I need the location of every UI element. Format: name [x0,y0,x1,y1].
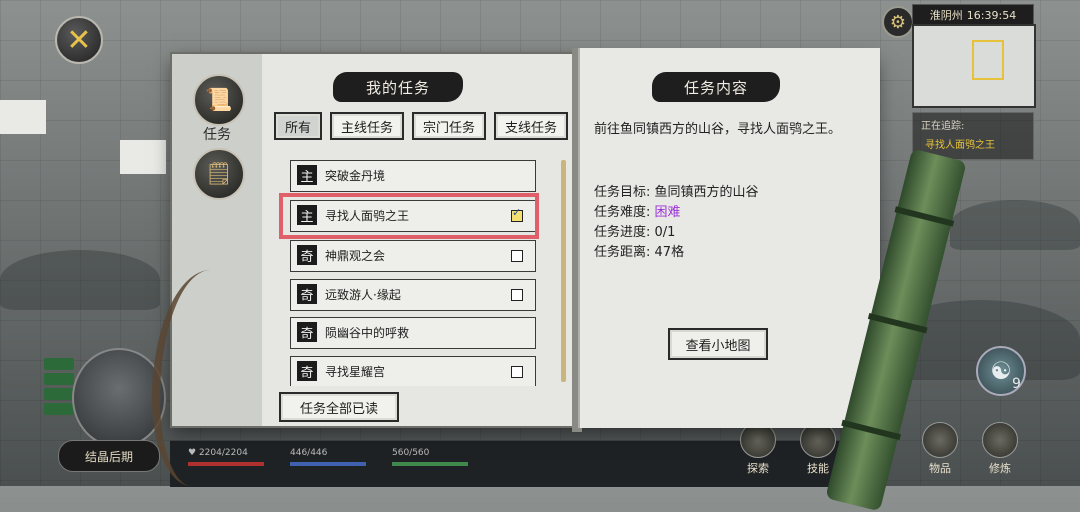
track-checkbox[interactable] [511,250,523,262]
quest-name: 远致游人·缘起 [325,288,401,302]
mp-value: 446/446 [290,448,328,458]
quest-row[interactable]: 主 突破金丹境 [290,160,536,192]
bamboo-node [867,313,928,334]
tracking-label: 正在追踪: [921,121,965,132]
yinyang-icon: ☯ [990,357,1012,385]
tab-sect-quests[interactable]: 宗门任务 [412,112,486,140]
quest-description: 前往鱼同镇西方的山谷，寻找人面鸮之王。 [594,122,842,137]
map-tile [0,100,46,134]
bamboo-node [841,419,901,441]
bamboo-node [894,206,955,227]
view-minimap-button[interactable]: 查看小地图 [668,328,768,360]
mp-stat: 446/446 [290,448,366,466]
quest-progress-row: 任务进度: 0/1 [594,221,854,240]
status-tag [44,373,74,385]
realm-label: 结晶后期 [84,449,133,464]
quest-list-scrollbar[interactable] [561,160,566,382]
my-quests-title: 我的任务 [333,72,463,102]
cultivate-button[interactable]: 修炼 [978,422,1022,480]
selection-highlight [279,193,539,239]
track-checkbox[interactable] [511,366,523,378]
cultivation-realm[interactable]: 结晶后期 [58,440,160,472]
items-label: 物品 [929,462,951,475]
detail-label: 任务距离: [594,245,651,260]
quest-row[interactable]: 奇 寻找星耀宫 [290,356,536,386]
sp-bar [392,462,468,466]
settings-button[interactable]: ⚙ [882,6,914,38]
detail-label: 任务难度: [594,205,651,220]
track-checkbox[interactable] [511,289,523,301]
mountain-decoration [0,250,160,310]
quest-row[interactable]: 奇 神鼎观之会 [290,240,536,272]
quest-type-badge: 奇 [297,245,317,265]
status-tags [44,358,74,418]
quest-tab-label: 任务 [203,127,231,143]
quest-name: 陨幽谷中的呼救 [325,326,410,340]
location-name: 淮阴州 [929,9,963,22]
location-time-bar: 淮阴州 16:39:54 [912,4,1034,26]
detail-value: 0/1 [654,225,676,240]
quest-difficulty-row: 任务难度: 困难 [594,201,854,220]
skill-label: 技能 [807,462,829,475]
items-icon [922,422,958,458]
quest-list[interactable]: 主 突破金丹境 主 寻找人面鸮之王 奇 神鼎观之会 奇 远致游人·缘起 奇 陨幽… [284,156,560,386]
explore-button[interactable]: 探索 [736,422,780,480]
quest-distance-row: 任务距离: 47格 [594,241,854,260]
mark-all-read-button[interactable]: 任务全部已读 [279,392,399,422]
quest-tab-button[interactable]: 📜 [193,74,245,126]
status-tag [44,403,74,415]
quest-type-badge: 主 [297,165,317,185]
minimap-target-marker [972,40,1004,80]
quest-type-badge: 奇 [297,361,317,381]
close-icon: ✕ [66,22,92,58]
status-tag [44,388,74,400]
detail-label: 任务进度: [594,225,651,240]
quest-name: 神鼎观之会 [325,249,386,263]
difficulty-value: 困难 [654,205,681,220]
quest-target-row: 任务目标: 鱼同镇西方的山谷 [594,181,854,200]
sp-stat: 560/560 [392,448,468,466]
quest-type-badge: 奇 [297,322,317,342]
minimap[interactable] [912,24,1036,108]
quest-content-title: 任务内容 [652,72,780,102]
gear-icon: ⚙ [889,11,907,33]
status-tag [44,358,74,370]
cultivate-label: 修炼 [989,462,1011,475]
game-time: 16:39:54 [966,8,1017,22]
tracking-quest-name: 寻找人面鸮之王 [925,140,995,151]
mountain-decoration [950,200,1080,250]
map-tile [120,140,166,174]
tab-all[interactable]: 所有 [274,112,322,140]
detail-label: 任务目标: [594,185,651,200]
quest-type-badge: 奇 [297,284,317,304]
mp-bar [290,462,366,466]
sp-value: 560/560 [392,448,430,458]
detail-value: 鱼同镇西方的山谷 [654,185,759,200]
explore-label: 探索 [747,462,769,475]
tab-side-quests[interactable]: 支线任务 [494,112,568,140]
scroll-icon: 📜 [205,87,233,113]
notes-tab-button[interactable]: 🗒 [193,148,245,200]
yinyang-count: 9 [1012,376,1021,392]
quest-name: 寻找星耀宫 [325,365,386,379]
detail-value: 47格 [654,245,685,260]
items-button[interactable]: 物品 [918,422,962,480]
paper-icon: 🗒 [205,161,233,187]
quest-row[interactable]: 奇 远致游人·缘起 [290,279,536,311]
quest-name: 突破金丹境 [325,169,386,183]
quest-row[interactable]: 奇 陨幽谷中的呼救 [290,317,536,349]
close-button[interactable]: ✕ [55,16,103,64]
cultivate-icon [982,422,1018,458]
tab-main-quests[interactable]: 主线任务 [330,112,404,140]
